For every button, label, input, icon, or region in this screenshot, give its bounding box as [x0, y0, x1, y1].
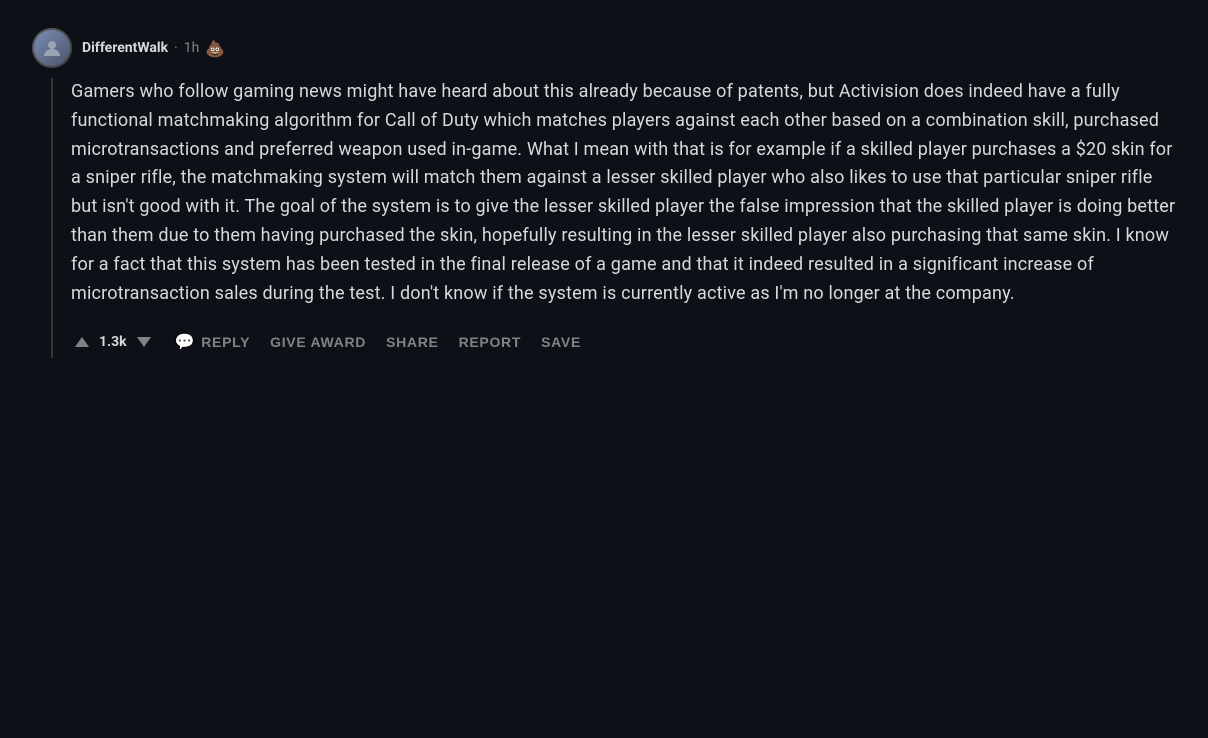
- comment-actions: 1.3k 💬 Reply Give Award Share Report: [71, 326, 1176, 358]
- comment-content: Gamers who follow gaming news might have…: [71, 78, 1176, 358]
- avatar: [32, 28, 72, 68]
- report-label: Report: [459, 334, 522, 350]
- give-award-button[interactable]: Give Award: [262, 328, 374, 356]
- thread-line: [51, 78, 53, 358]
- comment-meta: DifferentWalk · 1h 💩: [82, 39, 225, 58]
- timestamp: 1h: [184, 40, 200, 56]
- flair-emoji: 💩: [205, 39, 225, 58]
- upvote-arrow-icon: [75, 337, 89, 347]
- reply-label: Reply: [201, 334, 250, 350]
- upvote-button[interactable]: [71, 333, 93, 351]
- comment-body-wrapper: Gamers who follow gaming news might have…: [32, 78, 1176, 358]
- downvote-arrow-icon: [137, 337, 151, 347]
- comment-container: DifferentWalk · 1h 💩 Gamers who follow g…: [24, 16, 1184, 370]
- save-label: Save: [541, 334, 581, 350]
- share-label: Share: [386, 334, 439, 350]
- reply-icon: 💬: [175, 332, 196, 352]
- vote-section: 1.3k: [71, 333, 155, 351]
- give-award-label: Give Award: [270, 334, 366, 350]
- report-button[interactable]: Report: [451, 328, 530, 356]
- reply-button[interactable]: 💬 Reply: [167, 326, 259, 358]
- username[interactable]: DifferentWalk: [82, 40, 168, 56]
- share-button[interactable]: Share: [378, 328, 447, 356]
- downvote-button[interactable]: [133, 333, 155, 351]
- vote-count: 1.3k: [99, 334, 127, 350]
- comment-text: Gamers who follow gaming news might have…: [71, 78, 1176, 308]
- dot-separator: ·: [174, 40, 178, 56]
- save-button[interactable]: Save: [533, 328, 589, 356]
- comment-header: DifferentWalk · 1h 💩: [32, 28, 1176, 68]
